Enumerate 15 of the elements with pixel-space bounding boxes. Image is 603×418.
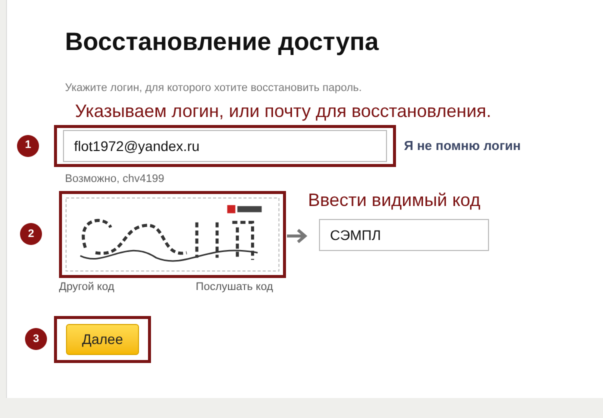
new-code-link[interactable]: Другой код bbox=[59, 279, 114, 296]
step-number-badge: 2 bbox=[20, 223, 42, 245]
forgot-login-link[interactable]: Я не помню логин bbox=[404, 136, 521, 156]
arrow-icon bbox=[287, 229, 309, 243]
page-title: Восстановление доступа bbox=[65, 27, 380, 58]
hint-text: Укажите логин, для которого хотите восстановить пароль. bbox=[65, 81, 363, 96]
captcha-field[interactable]: СЭМПЛ bbox=[319, 219, 489, 251]
login-field[interactable]: flot1972@yandex.ru bbox=[63, 130, 387, 162]
next-button[interactable]: Далее bbox=[66, 324, 139, 354]
annotation-text: Указываем логин, или почту для восстановления. bbox=[75, 100, 492, 122]
step-number-badge: 1 bbox=[17, 134, 39, 156]
suggestion-text: Возможно, chv4199 bbox=[65, 172, 166, 186]
listen-code-link[interactable]: Послушать код bbox=[196, 279, 273, 296]
annotation-text: Ввести видимый код bbox=[308, 189, 482, 211]
step-number-badge: 3 bbox=[25, 328, 47, 350]
